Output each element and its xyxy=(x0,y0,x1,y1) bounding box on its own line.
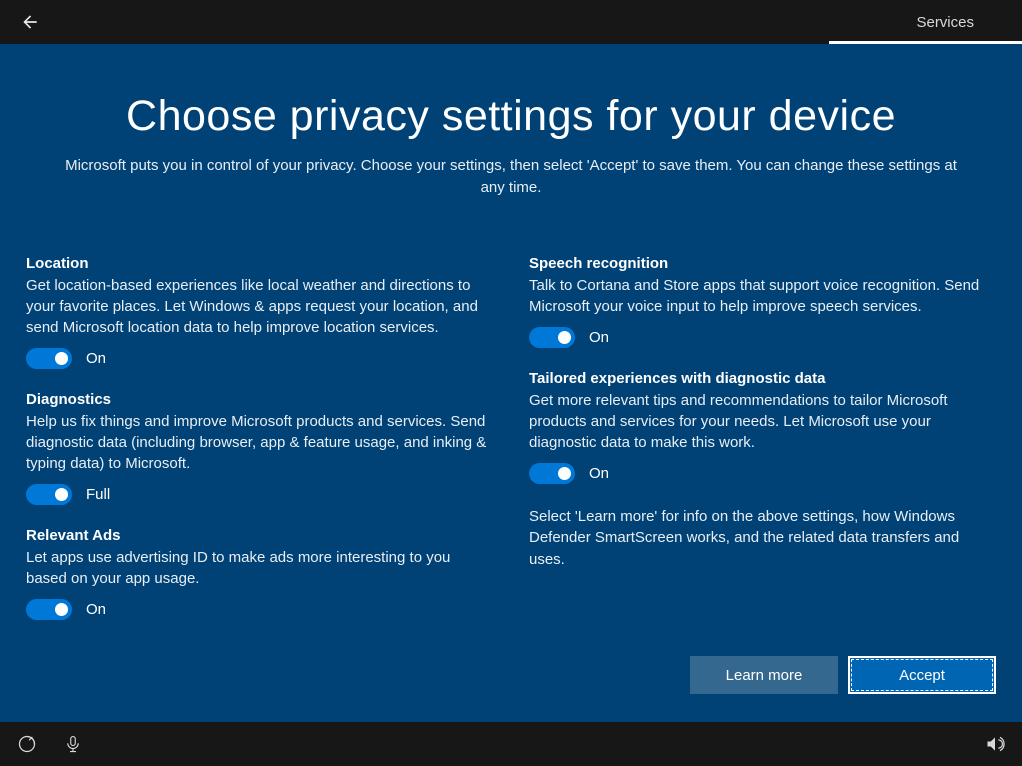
left-column: Location Get location-based experiences … xyxy=(26,255,493,642)
toggle-row: Full xyxy=(26,484,493,505)
setting-title: Location xyxy=(26,255,493,272)
setting-title: Diagnostics xyxy=(26,391,493,408)
setting-desc: Talk to Cortana and Store apps that supp… xyxy=(529,275,996,317)
toggle-label: Full xyxy=(86,486,110,503)
toggle-row: On xyxy=(26,348,493,369)
microphone-icon[interactable] xyxy=(62,733,84,755)
page-title: Choose privacy settings for your device xyxy=(26,92,996,141)
main-content: Choose privacy settings for your device … xyxy=(0,44,1022,722)
arrow-left-icon xyxy=(20,12,40,32)
accept-button[interactable]: Accept xyxy=(848,656,996,694)
volume-icon[interactable] xyxy=(984,733,1006,755)
learn-more-button[interactable]: Learn more xyxy=(690,656,838,694)
toggle-label: On xyxy=(86,350,106,367)
toggle-row: On xyxy=(529,327,996,348)
info-text: Select 'Learn more' for info on the abov… xyxy=(529,506,996,571)
right-column: Speech recognition Talk to Cortana and S… xyxy=(529,255,996,642)
toggle-label: On xyxy=(589,465,609,482)
setting-title: Tailored experiences with diagnostic dat… xyxy=(529,370,996,387)
setting-title: Speech recognition xyxy=(529,255,996,272)
step-label: Services xyxy=(916,0,974,44)
setting-tailored: Tailored experiences with diagnostic dat… xyxy=(529,370,996,484)
location-toggle[interactable] xyxy=(26,348,72,369)
header-bar: Services xyxy=(0,0,1022,44)
back-button[interactable] xyxy=(12,4,48,40)
diagnostics-toggle[interactable] xyxy=(26,484,72,505)
setting-desc: Help us fix things and improve Microsoft… xyxy=(26,411,493,474)
ease-of-access-icon[interactable] xyxy=(16,733,38,755)
toggle-label: On xyxy=(86,601,106,618)
toggle-row: On xyxy=(529,463,996,484)
footer-bar xyxy=(0,722,1022,766)
tailored-toggle[interactable] xyxy=(529,463,575,484)
speech-toggle[interactable] xyxy=(529,327,575,348)
setting-location: Location Get location-based experiences … xyxy=(26,255,493,369)
setting-ads: Relevant Ads Let apps use advertising ID… xyxy=(26,527,493,620)
ads-toggle[interactable] xyxy=(26,599,72,620)
setting-title: Relevant Ads xyxy=(26,527,493,544)
toggle-row: On xyxy=(26,599,493,620)
setting-desc: Let apps use advertising ID to make ads … xyxy=(26,547,493,589)
setting-desc: Get location-based experiences like loca… xyxy=(26,275,493,338)
button-row: Learn more Accept xyxy=(690,656,996,694)
setting-desc: Get more relevant tips and recommendatio… xyxy=(529,390,996,453)
page-subtitle: Microsoft puts you in control of your pr… xyxy=(51,155,971,199)
toggle-label: On xyxy=(589,329,609,346)
settings-columns: Location Get location-based experiences … xyxy=(26,255,996,642)
setting-speech: Speech recognition Talk to Cortana and S… xyxy=(529,255,996,348)
setting-diagnostics: Diagnostics Help us fix things and impro… xyxy=(26,391,493,505)
